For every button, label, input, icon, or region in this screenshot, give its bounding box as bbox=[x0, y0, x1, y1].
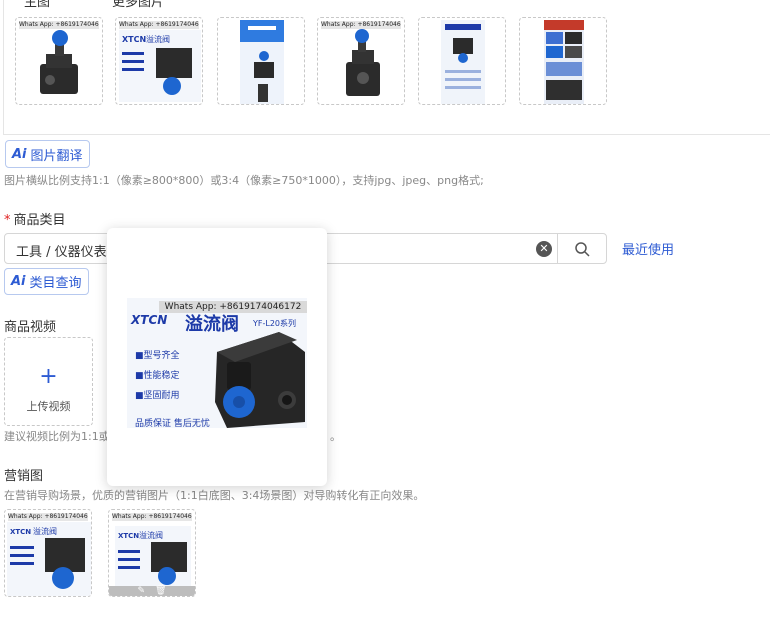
detail-page-photo bbox=[240, 20, 284, 104]
ai-icon: Ai bbox=[12, 146, 27, 162]
product-image-thumb-2[interactable]: Whats App: +8619174046172 XTCN 溢流阀 bbox=[115, 17, 203, 105]
detail-page-photo bbox=[441, 20, 485, 104]
clear-circle-icon[interactable]: ✕ bbox=[536, 241, 552, 257]
marketing-image-thumb-1[interactable]: Whats App: +8619174046172 XTCN 溢流阀 bbox=[4, 509, 92, 597]
svg-text:溢流阀: 溢流阀 bbox=[146, 34, 170, 44]
image-preview-popover: Whats App: +8619174046172 XTCN 溢流阀 YF-L2… bbox=[107, 228, 327, 486]
image-format-hint: 图片横纵比例支持1:1（像素≥800*800）或3:4（像素≥750*1000）… bbox=[4, 174, 484, 187]
svg-text:XTCN: XTCN bbox=[122, 35, 146, 44]
valve-photo bbox=[346, 29, 380, 96]
collage-photo bbox=[544, 20, 584, 104]
svg-text:XTCN: XTCN bbox=[10, 528, 31, 536]
category-label: * 商品类目 bbox=[4, 213, 66, 228]
brand-text: XTCN bbox=[131, 313, 168, 327]
category-query-label: 类目查询 bbox=[29, 276, 82, 291]
video-hint: 建议视频比例为1:1或 bbox=[4, 430, 110, 443]
ai-image-translate-label: 图片翻译 bbox=[30, 148, 83, 164]
required-mark: * bbox=[4, 213, 11, 228]
marketing-image-thumb-2[interactable]: Whats App: +8619174046172 XTCN 溢流阀 ✎ 🗑 bbox=[108, 509, 196, 597]
edit-icon[interactable]: ✎ bbox=[138, 586, 146, 596]
product-card-photo: XTCN 溢流阀 bbox=[115, 526, 191, 588]
product-card-photo: XTCN 溢流阀 bbox=[7, 522, 91, 596]
marketing-label: 营销图 bbox=[4, 469, 44, 484]
feature-2: ■性能稳定 bbox=[135, 371, 180, 381]
search-button[interactable] bbox=[557, 234, 606, 263]
product-image-thumb-3[interactable] bbox=[217, 17, 305, 105]
feature-3: ■坚固耐用 bbox=[135, 391, 180, 401]
ai-icon: Ai bbox=[11, 274, 26, 289]
product-image-thumb-6[interactable] bbox=[519, 17, 607, 105]
product-image-thumb-5[interactable] bbox=[418, 17, 506, 105]
upload-video-button[interactable]: + 上传视频 bbox=[4, 337, 93, 426]
search-icon bbox=[575, 241, 590, 257]
marketing-hint: 在营销导购场景，优质的营销图片（1:1白底图、3:4场景图）对导购转化有正向效果… bbox=[4, 489, 425, 502]
thumb-action-bar: ✎ 🗑 bbox=[109, 586, 195, 596]
svg-text:溢流阀: 溢流阀 bbox=[139, 530, 163, 540]
preview-image: Whats App: +8619174046172 XTCN 溢流阀 YF-L2… bbox=[127, 298, 307, 428]
ai-category-query-button[interactable]: Ai 类目查询 bbox=[4, 268, 89, 295]
valve-photo bbox=[40, 30, 78, 94]
product-image-thumb-4[interactable]: Whats App: +8619174046172 bbox=[317, 17, 405, 105]
video-label: 商品视频 bbox=[4, 320, 57, 335]
category-value: 工具 / 仪器仪表 / bbox=[16, 245, 116, 260]
svg-text:XTCN: XTCN bbox=[118, 532, 139, 540]
upload-video-label: 上传视频 bbox=[26, 400, 71, 413]
valve-photo bbox=[215, 332, 305, 428]
ai-image-translate-button[interactable]: Ai 图片翻译 bbox=[5, 140, 90, 168]
feature-1: ■型号齐全 bbox=[135, 351, 180, 361]
plus-icon: + bbox=[39, 364, 58, 389]
trash-icon[interactable]: 🗑 bbox=[155, 586, 166, 596]
svg-text:溢流阀: 溢流阀 bbox=[33, 526, 57, 536]
main-image-thumb[interactable]: Whats App: +8619174046172 bbox=[15, 17, 103, 105]
recent-used-link[interactable]: 最近使用 bbox=[622, 239, 674, 258]
product-card-photo: XTCN 溢流阀 bbox=[119, 30, 201, 102]
video-hint-end: 。 bbox=[330, 430, 341, 443]
